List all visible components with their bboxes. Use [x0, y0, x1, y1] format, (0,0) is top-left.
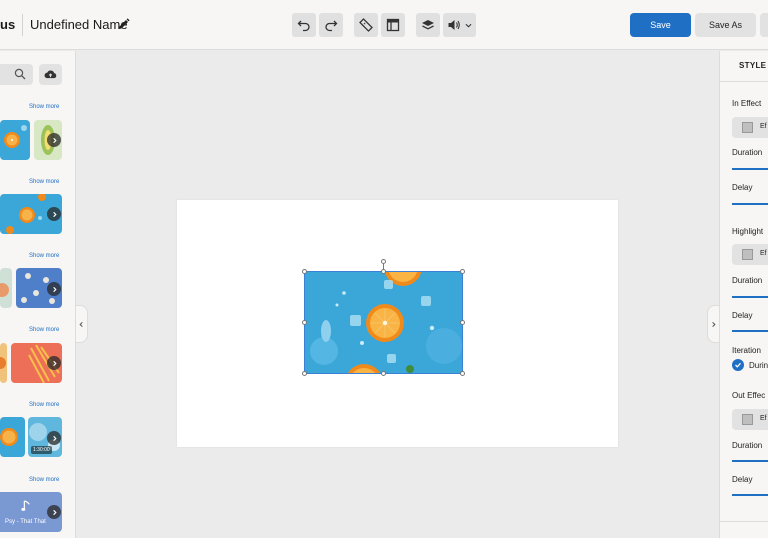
duration-slider[interactable]: [732, 168, 768, 170]
out-effect-button[interactable]: Ef: [732, 409, 768, 430]
layers-icon: [422, 20, 434, 30]
search-icon: [14, 68, 26, 80]
top-bar: us Undefined Name Save Save As: [0, 0, 768, 50]
video-duration: 1:30:00: [31, 446, 52, 454]
save-as-button[interactable]: Save As: [695, 13, 756, 37]
divider: [720, 521, 768, 522]
video-thumbnail[interactable]: [0, 417, 25, 457]
show-more-link[interactable]: Show more: [29, 327, 59, 333]
chevron-right-icon[interactable]: [47, 282, 61, 296]
resize-handle[interactable]: [460, 371, 465, 376]
in-effect-label: In Effect: [732, 99, 762, 108]
iteration-checkbox[interactable]: [732, 359, 744, 371]
effect-button-label: Ef: [760, 123, 767, 130]
image-thumbnail[interactable]: [0, 268, 12, 308]
duration-label: Duration: [732, 148, 763, 157]
save-button[interactable]: Save: [630, 13, 691, 37]
delay-slider[interactable]: [732, 203, 768, 205]
layout-icon: [386, 18, 400, 32]
duration-label: Duration: [732, 276, 763, 285]
music-note-icon: [21, 500, 30, 511]
chevron-right-icon[interactable]: [47, 133, 61, 147]
delay-label: Delay: [732, 475, 753, 484]
collapse-left-panel-button[interactable]: [76, 305, 88, 343]
effect-icon: [742, 414, 753, 425]
ruler-icon: [359, 18, 373, 32]
undo-button[interactable]: [292, 13, 316, 37]
layout-button[interactable]: [381, 13, 405, 37]
chevron-right-icon[interactable]: [47, 505, 61, 519]
search-input[interactable]: [0, 64, 33, 85]
volume-dropdown[interactable]: [443, 13, 476, 37]
cloud-upload-icon: [44, 70, 57, 79]
music-title: Psy - That That: [5, 519, 46, 525]
chevron-right-icon[interactable]: [47, 356, 61, 370]
show-more-link[interactable]: Show more: [29, 402, 59, 408]
selection-box: [304, 271, 463, 374]
duration-slider[interactable]: [732, 296, 768, 298]
collapse-right-panel-button[interactable]: [707, 305, 719, 343]
tab-style[interactable]: STYLE: [739, 61, 766, 70]
chevron-down-icon: [465, 23, 472, 28]
delay-slider[interactable]: [732, 330, 768, 332]
rotate-handle[interactable]: [381, 259, 386, 264]
redo-icon: [325, 20, 338, 32]
resize-handle[interactable]: [302, 269, 307, 274]
ruler-button[interactable]: [354, 13, 378, 37]
resize-handle[interactable]: [302, 320, 307, 325]
out-effect-label: Out Effec: [732, 391, 766, 400]
divider: [22, 14, 23, 36]
chevron-right-icon: [712, 321, 716, 327]
image-thumbnail[interactable]: [0, 120, 30, 160]
chevron-right-icon[interactable]: [47, 207, 61, 221]
brand-logo: us: [0, 17, 16, 32]
delay-slider[interactable]: [732, 494, 768, 496]
in-effect-button[interactable]: Ef: [732, 117, 768, 138]
effect-button-label: Ef: [760, 250, 767, 257]
divider: [720, 81, 768, 82]
resize-handle[interactable]: [460, 320, 465, 325]
resize-handle[interactable]: [302, 371, 307, 376]
check-icon: [735, 362, 741, 368]
redo-button[interactable]: [319, 13, 343, 37]
undo-icon: [297, 20, 310, 32]
project-name[interactable]: Undefined Name: [30, 17, 128, 32]
highlight-label: Highlight: [732, 227, 764, 236]
effect-button-label: Ef: [760, 415, 767, 422]
upload-button[interactable]: [39, 64, 62, 85]
show-more-link[interactable]: Show more: [29, 179, 59, 185]
resize-handle[interactable]: [381, 371, 386, 376]
delay-label: Delay: [732, 311, 753, 320]
resize-handle[interactable]: [460, 269, 465, 274]
duration-label: Duration: [732, 441, 763, 450]
pencil-icon[interactable]: [117, 17, 131, 31]
delay-label: Delay: [732, 183, 753, 192]
effect-icon: [742, 122, 753, 133]
highlight-effect-button[interactable]: Ef: [732, 244, 768, 265]
show-more-link[interactable]: Show more: [29, 477, 59, 483]
image-thumbnail[interactable]: [0, 343, 7, 383]
duration-slider[interactable]: [732, 460, 768, 462]
resize-handle[interactable]: [381, 269, 386, 274]
volume-icon: [448, 20, 460, 30]
chevron-right-icon[interactable]: [47, 431, 61, 445]
layers-button[interactable]: [416, 13, 440, 37]
chevron-left-icon: [79, 321, 83, 327]
iteration-label: Iteration: [732, 346, 761, 355]
show-more-link[interactable]: Show more: [29, 253, 59, 259]
more-button[interactable]: [760, 13, 768, 37]
iteration-option-label: Durin: [749, 361, 768, 370]
show-more-link[interactable]: Show more: [29, 104, 59, 110]
effect-icon: [742, 249, 753, 260]
